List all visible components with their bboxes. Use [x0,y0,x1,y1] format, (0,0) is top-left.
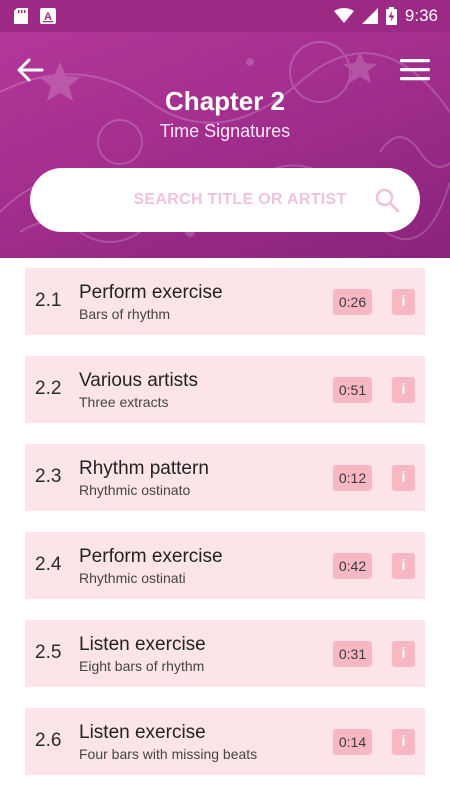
track-subtitle: Rhythmic ostinato [79,482,191,498]
info-button[interactable]: i [392,729,415,755]
page-subtitle: Time Signatures [159,121,291,141]
track-number: 2.6 [35,730,62,751]
duration-badge: 0:12 [333,465,372,491]
search-bar[interactable] [30,168,420,232]
menu-button[interactable] [398,54,432,86]
track-number: 2.1 [35,290,62,311]
search-icon[interactable] [374,187,400,213]
list-item[interactable]: 2.5 Listen exercise Eight bars of rhythm… [25,620,425,687]
search-input[interactable] [88,190,392,210]
track-subtitle: Four bars with missing beats [79,746,258,762]
track-number: 2.4 [35,554,62,575]
status-bar: A 9:36 [0,0,450,32]
list-item[interactable]: 2.3 Rhythm pattern Rhythmic ostinato 0:1… [25,444,425,511]
list-item[interactable]: 2.1 Perform exercise Bars of rhythm 0:26… [25,268,425,335]
info-button[interactable]: i [392,289,415,315]
info-button[interactable]: i [392,465,415,491]
track-number: 2.5 [35,642,62,663]
arrow-left-icon [17,58,44,82]
track-subtitle: Eight bars of rhythm [79,658,205,674]
a-box-icon: A [40,8,56,24]
track-list: 2.1 Perform exercise Bars of rhythm 0:26… [25,268,425,796]
track-subtitle: Three extracts [79,394,169,410]
status-time: 9:36 [404,6,438,25]
list-item[interactable]: 2.6 Listen exercise Four bars with missi… [25,708,425,775]
track-title: Various artists [79,370,198,391]
battery-charging-icon [385,7,397,25]
info-button[interactable]: i [392,377,415,403]
chapter-header: Chapter 2 Time Signatures [0,32,450,258]
track-subtitle: Rhythmic ostinati [79,570,186,586]
track-number: 2.3 [35,466,62,487]
duration-badge: 0:42 [333,553,372,579]
back-button[interactable] [12,52,48,88]
track-title: Listen exercise [79,722,206,743]
info-button[interactable]: i [392,641,415,667]
info-button[interactable]: i [392,553,415,579]
hamburger-menu-icon [400,59,430,81]
track-title: Perform exercise [79,282,223,303]
track-number: 2.2 [35,378,62,399]
list-item[interactable]: 2.2 Various artists Three extracts 0:51 … [25,356,425,423]
duration-badge: 0:14 [333,729,372,755]
duration-badge: 0:31 [333,641,372,667]
duration-badge: 0:51 [333,377,372,403]
track-subtitle: Bars of rhythm [79,306,171,322]
page-title: Chapter 2 [165,86,285,116]
track-title: Listen exercise [79,634,206,655]
signal-icon [361,8,378,24]
track-title: Rhythm pattern [79,458,209,479]
duration-badge: 0:26 [333,289,372,315]
sd-card-icon [14,8,28,24]
track-title: Perform exercise [79,546,223,567]
wifi-icon [333,8,354,24]
list-item[interactable]: 2.4 Perform exercise Rhythmic ostinati 0… [25,532,425,599]
